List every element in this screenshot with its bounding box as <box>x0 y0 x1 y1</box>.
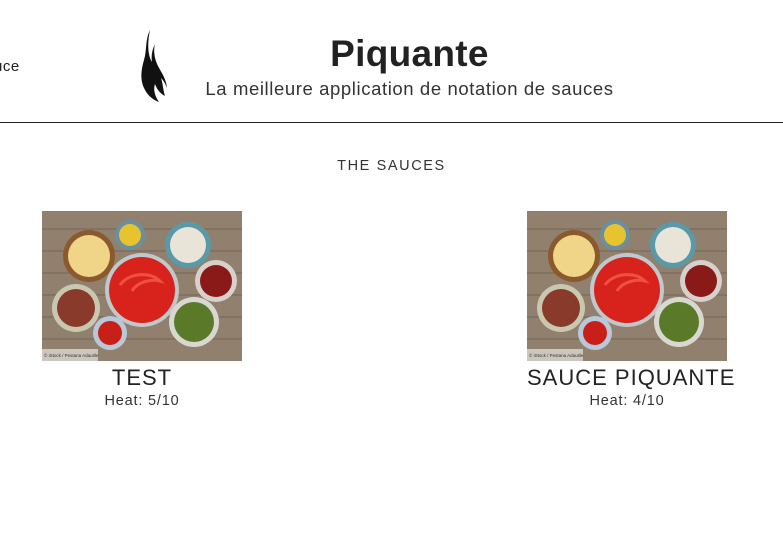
sauce-heat: Heat: 5/10 <box>104 393 180 409</box>
sauce-image[interactable]: © iStock / Pestana Adautile <box>42 211 242 361</box>
sauce-name: SAUCE PIQUANTE <box>527 365 736 390</box>
section-title: THE SAUCES <box>337 158 446 174</box>
sauce-image[interactable]: © iStock / Pestana Adautile <box>527 211 727 361</box>
sauce-card-test[interactable]: © iStock / Pestana Adautile TEST Heat: 5… <box>42 211 242 409</box>
app-header: uce Piquante La meilleure application de… <box>0 0 783 123</box>
app-title: Piquante <box>330 33 489 74</box>
sauce-heat: Heat: 4/10 <box>589 393 665 409</box>
image-credit: © iStock / Pestana Adautile <box>529 352 584 358</box>
sauce-name: TEST <box>111 365 173 390</box>
app-subtitle: La meilleure application de notation de … <box>205 78 614 99</box>
sauce-card-sauce-piquante[interactable]: © iStock / Pestana Adautile SAUCE PIQUAN… <box>527 211 736 409</box>
image-credit: © iStock / Pestana Adautile <box>44 352 99 358</box>
